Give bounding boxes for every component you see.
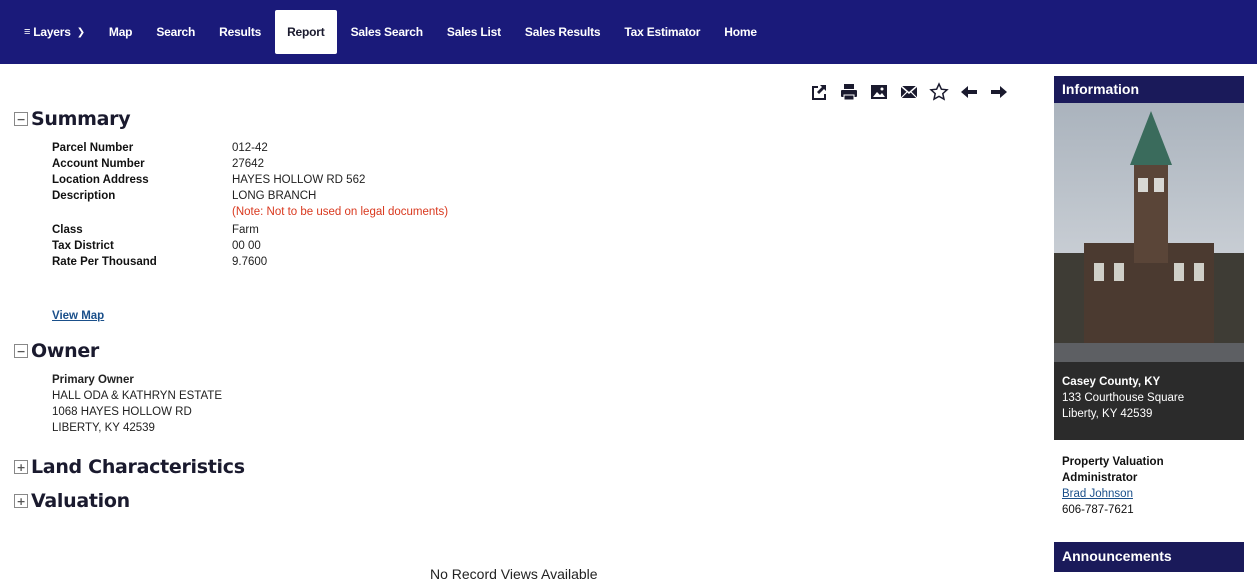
land-header[interactable]: + Land Characteristics (14, 456, 1024, 478)
primary-owner-label: Primary Owner (52, 374, 134, 386)
info-panel: Information Casey County, KY 133 Courtho… (1054, 76, 1244, 572)
description-value: LONG BRANCH (232, 190, 317, 202)
field-value: Farm (232, 224, 259, 236)
expand-icon[interactable]: + (14, 494, 28, 508)
arrow-left-icon[interactable] (954, 80, 984, 104)
pva-block: Property Valuation Administrator Brad Jo… (1054, 440, 1244, 518)
county-name: Casey County, KY (1062, 376, 1161, 388)
owner-title: Owner (31, 340, 99, 362)
field-value: 012-42 (232, 142, 268, 154)
pva-phone: 606-787-7621 (1062, 504, 1134, 516)
report-content: − Summary Parcel Number 012-42 Account N… (14, 108, 1024, 512)
nav-sales-list[interactable]: Sales List (435, 10, 513, 54)
field-row: Account Number 27642 (52, 156, 1024, 172)
collapse-icon[interactable]: − (14, 112, 28, 126)
chevron-down-icon: ❯ (76, 26, 85, 38)
field-value: 00 00 (232, 240, 261, 252)
field-row: Location Address HAYES HOLLOW RD 562 (52, 172, 1024, 188)
valuation-header[interactable]: + Valuation (14, 490, 1024, 512)
top-nav: ≡ Layers ❯ Map Search Results Report Sal… (0, 0, 1257, 64)
county-address2: Liberty, KY 42539 (1062, 408, 1153, 420)
nav-sales-search[interactable]: Sales Search (339, 10, 435, 54)
field-label: Description (52, 190, 116, 202)
star-icon[interactable] (924, 80, 954, 104)
field-label: Class (52, 224, 83, 236)
report-toolbar (804, 80, 1014, 104)
collapse-icon[interactable]: − (14, 344, 28, 358)
pva-name-link[interactable]: Brad Johnson (1062, 488, 1133, 500)
field-label: Rate Per Thousand (52, 256, 157, 268)
owner-city: LIBERTY, KY 42539 (52, 422, 155, 434)
info-header: Information (1054, 76, 1244, 103)
land-title: Land Characteristics (31, 456, 245, 478)
courthouse-photo (1054, 103, 1244, 362)
valuation-title: Valuation (31, 490, 130, 512)
field-value: HAYES HOLLOW RD 562 (232, 174, 366, 186)
field-label: Account Number (52, 158, 145, 170)
expand-icon[interactable]: + (14, 460, 28, 474)
field-label: Tax District (52, 240, 114, 252)
nav-search[interactable]: Search (144, 10, 207, 54)
pva-title-1: Property Valuation (1062, 456, 1164, 468)
nav-report[interactable]: Report (275, 10, 337, 54)
field-value: 27642 (232, 158, 264, 170)
view-map-link[interactable]: View Map (52, 310, 104, 322)
no-record-message: No Record Views Available (430, 566, 598, 582)
nav-layers[interactable]: ≡ Layers ❯ (12, 10, 97, 54)
field-row: Class Farm (52, 222, 1024, 238)
field-value: 9.7600 (232, 256, 268, 268)
nav-tax-estimator[interactable]: Tax Estimator (612, 10, 712, 54)
image-icon[interactable] (864, 80, 894, 104)
pva-title-2: Administrator (1062, 472, 1138, 484)
field-label: Parcel Number (52, 142, 134, 154)
nav-map[interactable]: Map (97, 10, 144, 54)
email-icon[interactable] (894, 80, 924, 104)
field-row: Parcel Number 012-42 (52, 140, 1024, 156)
field-row: Tax District 00 00 (52, 238, 1024, 254)
field-label: Location Address (52, 174, 149, 186)
field-row: Rate Per Thousand 9.7600 (52, 254, 1024, 270)
owner-name: HALL ODA & KATHRYN ESTATE (52, 390, 222, 402)
nav-results[interactable]: Results (207, 10, 273, 54)
field-value: LONG BRANCH (Note: Not to be used on leg… (232, 188, 448, 220)
arrow-right-icon[interactable] (984, 80, 1014, 104)
nav-home[interactable]: Home (712, 10, 769, 54)
nav-layers-label: Layers (33, 25, 71, 39)
layers-icon: ≡ (24, 26, 31, 38)
summary-title: Summary (31, 108, 131, 130)
announcements-header: Announcements (1054, 542, 1244, 572)
nav-sales-results[interactable]: Sales Results (513, 10, 612, 54)
summary-fields: Parcel Number 012-42 Account Number 2764… (52, 140, 1024, 270)
print-icon[interactable] (834, 80, 864, 104)
owner-street: 1068 HAYES HOLLOW RD (52, 406, 192, 418)
owner-block: Primary Owner HALL ODA & KATHRYN ESTATE … (52, 372, 1024, 436)
summary-header[interactable]: − Summary (14, 108, 1024, 130)
field-row: Description LONG BRANCH (Note: Not to be… (52, 188, 1024, 220)
share-icon[interactable] (804, 80, 834, 104)
legal-note: (Note: Not to be used on legal documents… (232, 206, 449, 218)
county-address1: 133 Courthouse Square (1062, 392, 1185, 404)
owner-header[interactable]: − Owner (14, 340, 1024, 362)
county-caption: Casey County, KY 133 Courthouse Square L… (1054, 362, 1244, 440)
